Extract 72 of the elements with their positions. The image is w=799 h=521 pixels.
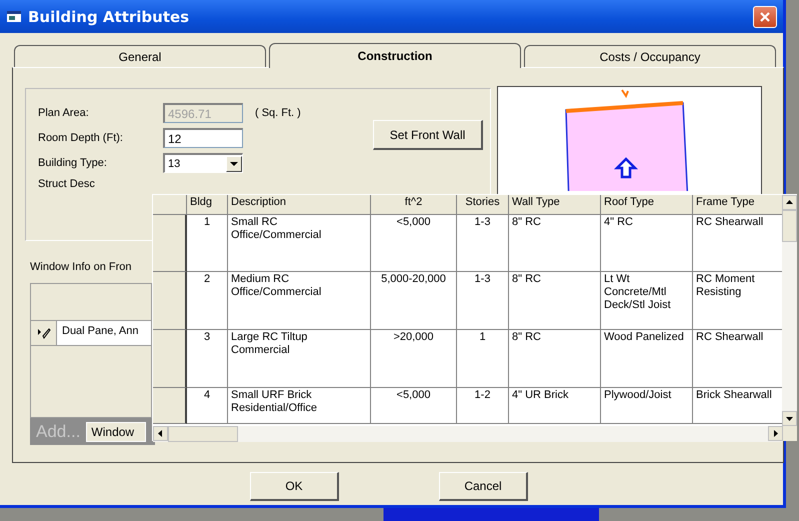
table-cell: <5,000 (371, 215, 457, 272)
table-cell: Small RC Office/Commercial (228, 215, 371, 272)
field-label: Room Depth (Ft): (38, 132, 124, 144)
table-cell: 4 (187, 388, 228, 424)
row-header[interactable] (153, 388, 187, 424)
tab[interactable]: Costs / Occupancy (524, 45, 776, 67)
row-header[interactable] (153, 215, 187, 272)
tab[interactable]: Construction (269, 43, 521, 68)
table-cell: Wood Panelized (601, 330, 693, 388)
scroll-left-button[interactable] (153, 426, 168, 441)
caret-icon (230, 162, 238, 166)
unit-label: ( Sq. Ft. ) (255, 107, 302, 119)
scroll-right-button[interactable] (768, 426, 783, 441)
column-header[interactable]: Stories (457, 195, 509, 215)
table-cell: RC Shearwall (693, 215, 782, 272)
arrow-icon (772, 430, 779, 437)
table-cell: Lt Wt Concrete/Mtl Deck/Stl Joist (601, 272, 693, 330)
window-title: Building Attributes (28, 8, 190, 26)
row-header[interactable] (153, 272, 187, 330)
table-cell: Small URF Brick Residential/Office (228, 388, 371, 424)
tab[interactable]: General (14, 45, 266, 67)
table-cell: 5,000-20,000 (371, 272, 457, 330)
dialog-button[interactable]: Cancel (439, 472, 528, 501)
set-front-wall-button[interactable]: Set Front Wall (373, 120, 483, 150)
close-icon (758, 10, 772, 24)
table-cell: Large RC Tiltup Commercial (228, 330, 371, 388)
table-cell: RC Shearwall (693, 330, 782, 388)
dialog-button[interactable]: OK (250, 472, 339, 501)
table-cell: 1 (187, 215, 228, 272)
scroll-down-button[interactable] (782, 411, 797, 426)
table-cell: 3 (187, 330, 228, 388)
table-cell: 2 (187, 272, 228, 330)
column-header[interactable]: Bldg (187, 195, 228, 215)
table-cell: Dual Pane, Ann (57, 321, 151, 345)
scroll-up-button[interactable] (782, 195, 797, 210)
column-header[interactable]: Wall Type (509, 195, 601, 215)
row-header[interactable] (153, 330, 187, 388)
table-cell: 4" UR Brick (509, 388, 601, 424)
add-label: Add... (36, 422, 80, 442)
table-cell: 8" RC (509, 272, 601, 330)
arrow-icon (786, 415, 793, 422)
column-header[interactable]: Roof Type (601, 195, 693, 215)
table-cell: Plywood/Joist (601, 388, 693, 424)
field-label: Struct Desc (38, 178, 96, 190)
table-cell: 4" RC (601, 215, 693, 272)
section-label: Window Info on Fron (30, 261, 132, 273)
dropdown[interactable]: 13 (163, 153, 243, 173)
table-cell: 1-3 (457, 272, 509, 330)
table-cell: Medium RC Office/Commercial (228, 272, 371, 330)
field-label: Plan Area: (38, 107, 90, 119)
table-cell: 8" RC (509, 215, 601, 272)
table-cell: <5,000 (371, 388, 457, 424)
window-button[interactable]: Window (86, 422, 146, 442)
table-cell: RC Moment Resisting (693, 272, 782, 330)
field-label: Building Type: (38, 157, 108, 169)
arrow-icon (157, 430, 164, 437)
edit-row-icon (36, 326, 50, 340)
column-header[interactable]: ft^2 (371, 195, 457, 215)
table-cell: Brick Shearwall (693, 388, 782, 424)
table-cell: >20,000 (371, 330, 457, 388)
table-cell: 1-2 (457, 388, 509, 424)
input-field[interactable]: 12 (163, 128, 243, 148)
column-header[interactable]: Description (228, 195, 371, 215)
arrow-icon (786, 199, 793, 206)
column-header[interactable]: Frame Type (693, 195, 782, 215)
app-icon (6, 8, 22, 24)
table-cell: 1 (457, 330, 509, 388)
scroll-thumb[interactable] (782, 210, 797, 242)
table-cell: 1-3 (457, 215, 509, 272)
table-cell: 8" RC (509, 330, 601, 388)
close-button[interactable] (753, 6, 777, 28)
scroll-thumb[interactable] (168, 426, 238, 442)
